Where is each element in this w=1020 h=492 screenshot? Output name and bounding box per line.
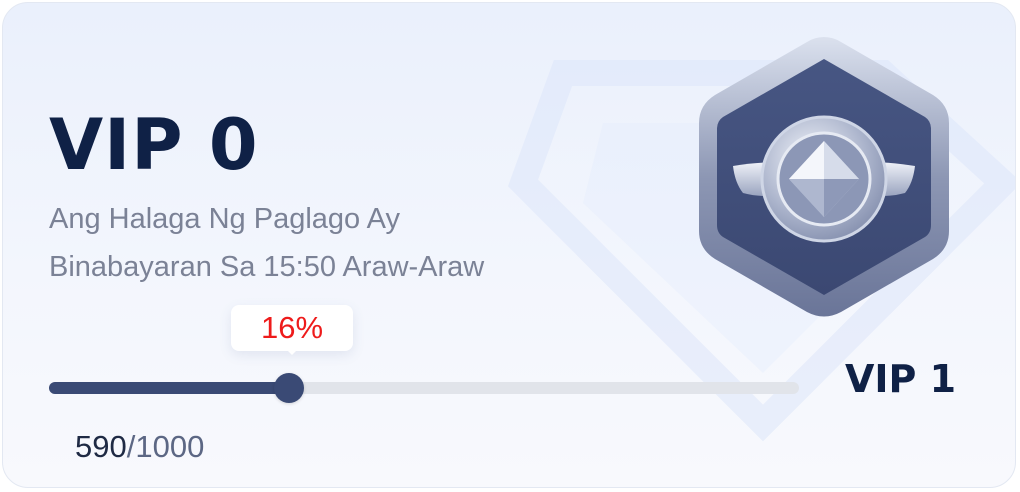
- growth-description-line2: Binabayaran Sa 15:50 Araw-Araw: [49, 251, 485, 283]
- progress-fill: [49, 382, 289, 394]
- progress-percent-bubble: 16%: [231, 305, 353, 351]
- points-target: 1000: [135, 429, 205, 464]
- points-progress: 590/1000: [75, 428, 204, 466]
- progress-track: [49, 373, 799, 403]
- silver-diamond-hexagon-badge-icon: [699, 37, 949, 317]
- progress-thumb: [274, 373, 304, 403]
- vip-card: VIP 0 Ang Halaga Ng Paglago Ay Binabayar…: [2, 2, 1016, 488]
- next-vip-level: VIP 1: [845, 357, 957, 401]
- growth-description-line1: Ang Halaga Ng Paglago Ay: [49, 203, 400, 235]
- points-current: 590: [75, 429, 127, 464]
- bubble-tail: [284, 347, 300, 355]
- current-vip-level: VIP 0: [49, 104, 259, 186]
